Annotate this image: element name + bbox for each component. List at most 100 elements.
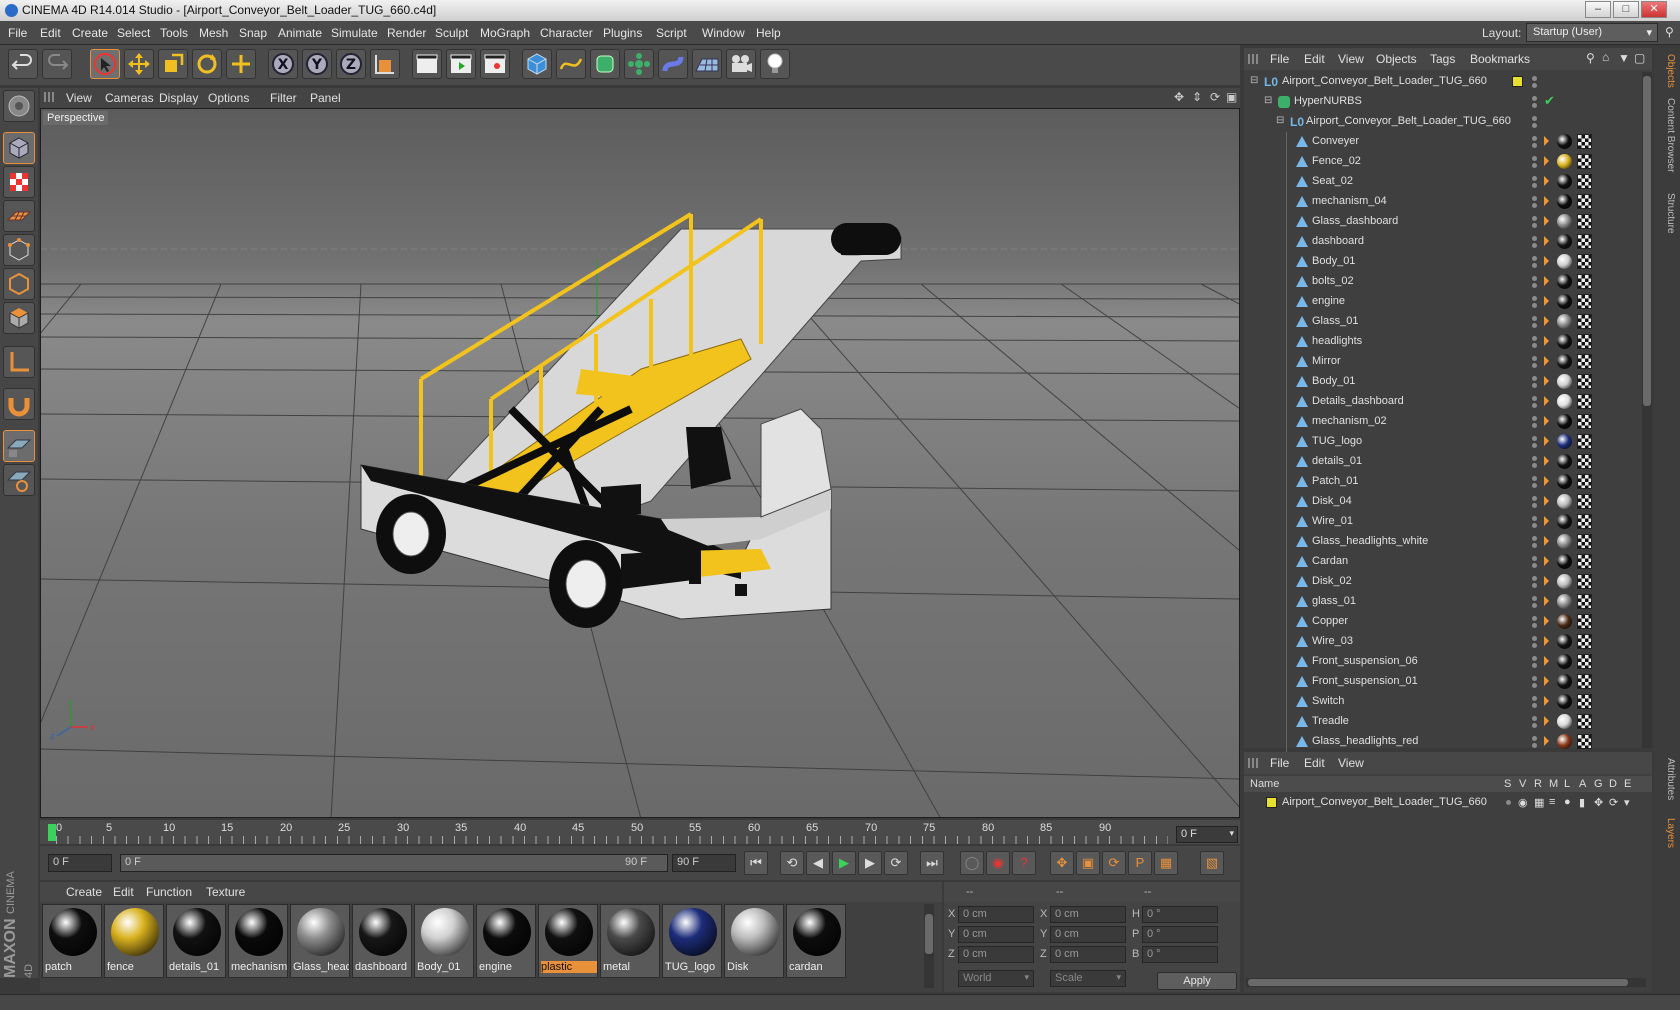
uvw-tag-icon[interactable]	[1577, 394, 1592, 409]
editor-visibility-dot[interactable]	[1532, 236, 1537, 241]
position-z-field[interactable]: 0 cm	[958, 946, 1034, 963]
render-visibility-dot[interactable]	[1532, 103, 1537, 108]
material-swatch[interactable]: dashboard	[352, 904, 412, 978]
render-visibility-dot[interactable]	[1532, 403, 1537, 408]
phong-tag-icon[interactable]	[1544, 576, 1549, 586]
recent-tool-button[interactable]	[226, 49, 256, 79]
render-visibility-dot[interactable]	[1532, 343, 1537, 348]
generator-icon[interactable]: ✥	[1594, 796, 1603, 809]
material-tag-icon[interactable]	[1557, 434, 1572, 449]
object-menu-edit[interactable]: Edit	[1304, 52, 1325, 66]
go-to-end-button[interactable]: ⏭	[920, 851, 944, 875]
live-selection-button[interactable]	[90, 49, 120, 79]
menu-mograph[interactable]: MoGraph	[480, 26, 530, 40]
material-tag-icon[interactable]	[1557, 654, 1572, 669]
eye-icon[interactable]: ◉	[1518, 796, 1528, 809]
material-tag-icon[interactable]	[1557, 614, 1572, 629]
render-visibility-dot[interactable]	[1532, 563, 1537, 568]
size-x-field[interactable]: 0 cm	[1050, 906, 1126, 923]
add-cube-button[interactable]	[522, 49, 552, 79]
menu-snap[interactable]: Snap	[239, 26, 267, 40]
object-row[interactable]: Glass_dashboard	[1244, 212, 1650, 232]
object-row[interactable]: Front_suspension_06	[1244, 652, 1650, 672]
editor-visibility-dot[interactable]	[1532, 76, 1537, 81]
layer-menu-file[interactable]: File	[1270, 756, 1289, 770]
render-visibility-dot[interactable]	[1532, 323, 1537, 328]
object-row[interactable]: dashboard	[1244, 232, 1650, 252]
object-row[interactable]: Front_suspension_01	[1244, 672, 1650, 692]
collapse-icon[interactable]: ⊟	[1276, 115, 1284, 126]
editor-visibility-dot[interactable]	[1532, 356, 1537, 361]
object-row[interactable]: glass_01	[1244, 592, 1650, 612]
uvw-tag-icon[interactable]	[1577, 734, 1592, 749]
material-tag-icon[interactable]	[1557, 474, 1572, 489]
phong-tag-icon[interactable]	[1544, 256, 1549, 266]
uvw-tag-icon[interactable]	[1577, 274, 1592, 289]
layer-row[interactable]: Airport_Conveyor_Belt_Loader_TUG_660 ◉ ▦…	[1244, 794, 1652, 812]
material-swatch[interactable]: metal	[600, 904, 660, 978]
expressions-icon[interactable]: ▾	[1624, 796, 1630, 809]
editor-visibility-dot[interactable]	[1532, 316, 1537, 321]
search-icon[interactable]: ⚲	[1665, 25, 1674, 39]
uvw-tag-icon[interactable]	[1577, 314, 1592, 329]
render-view-button[interactable]	[412, 49, 442, 79]
menu-sculpt[interactable]: Sculpt	[435, 26, 468, 40]
x-axis-lock-button[interactable]: X	[268, 49, 298, 79]
coordinate-system-button[interactable]	[370, 49, 400, 79]
end-frame-field[interactable]: 90 F	[672, 854, 736, 872]
material-tag-icon[interactable]	[1557, 454, 1572, 469]
viewport-menu-view[interactable]: View	[66, 91, 92, 105]
material-menu-edit[interactable]: Edit	[113, 885, 134, 899]
render-visibility-dot[interactable]	[1532, 123, 1537, 128]
uvw-tag-icon[interactable]	[1577, 254, 1592, 269]
phong-tag-icon[interactable]	[1544, 676, 1549, 686]
editor-visibility-dot[interactable]	[1532, 636, 1537, 641]
render-visibility-dot[interactable]	[1532, 223, 1537, 228]
object-row-group[interactable]: ⊟ L0 Airport_Conveyor_Belt_Loader_TUG_66…	[1244, 112, 1650, 132]
object-row[interactable]: Cardan	[1244, 552, 1650, 572]
object-menu-tags[interactable]: Tags	[1430, 52, 1455, 66]
phong-tag-icon[interactable]	[1544, 556, 1549, 566]
phong-tag-icon[interactable]	[1544, 616, 1549, 626]
material-tag-icon[interactable]	[1557, 494, 1572, 509]
render-visibility-dot[interactable]	[1532, 443, 1537, 448]
object-row[interactable]: mechanism_04	[1244, 192, 1650, 212]
object-row[interactable]: bolts_02	[1244, 272, 1650, 292]
phong-tag-icon[interactable]	[1544, 236, 1549, 246]
z-axis-lock-button[interactable]: Z	[336, 49, 366, 79]
render-icon[interactable]: ▦	[1534, 796, 1544, 809]
planar-workplane-button[interactable]	[3, 464, 35, 496]
uvw-tag-icon[interactable]	[1577, 454, 1592, 469]
editor-visibility-dot[interactable]	[1532, 496, 1537, 501]
object-row[interactable]: Fence_02	[1244, 152, 1650, 172]
material-tag-icon[interactable]	[1557, 134, 1572, 149]
object-row[interactable]: Disk_02	[1244, 572, 1650, 592]
editor-visibility-dot[interactable]	[1532, 296, 1537, 301]
animation-icon[interactable]: ▮	[1579, 796, 1585, 809]
render-to-picture-viewer-button[interactable]	[446, 49, 476, 79]
rotation-key-button[interactable]: ⟳	[1102, 851, 1126, 875]
material-swatch[interactable]: Disk	[724, 904, 784, 978]
position-y-field[interactable]: 0 cm	[958, 926, 1034, 943]
record-active-objects-button[interactable]: ◯	[960, 851, 984, 875]
move-tool-button[interactable]	[124, 49, 154, 79]
material-scrollbar[interactable]	[924, 904, 934, 988]
material-tag-icon[interactable]	[1557, 214, 1572, 229]
render-settings-button[interactable]	[480, 49, 510, 79]
object-menu-bookmarks[interactable]: Bookmarks	[1470, 52, 1530, 66]
point-level-key-button[interactable]: ▦	[1154, 851, 1178, 875]
phong-tag-icon[interactable]	[1544, 736, 1549, 746]
material-tag-icon[interactable]	[1557, 414, 1572, 429]
make-editable-button[interactable]	[3, 90, 35, 122]
render-visibility-dot[interactable]	[1532, 243, 1537, 248]
rotation-b-field[interactable]: 0 °	[1142, 946, 1218, 963]
phong-tag-icon[interactable]	[1544, 456, 1549, 466]
phong-tag-icon[interactable]	[1544, 436, 1549, 446]
y-axis-lock-button[interactable]: Y	[302, 49, 332, 79]
phong-tag-icon[interactable]	[1544, 716, 1549, 726]
menu-animate[interactable]: Animate	[278, 26, 322, 40]
scale-key-button[interactable]: ▣	[1076, 851, 1100, 875]
viewport-move-icon[interactable]: ✥	[1174, 90, 1184, 104]
editor-visibility-dot[interactable]	[1532, 616, 1537, 621]
uvw-tag-icon[interactable]	[1577, 374, 1592, 389]
